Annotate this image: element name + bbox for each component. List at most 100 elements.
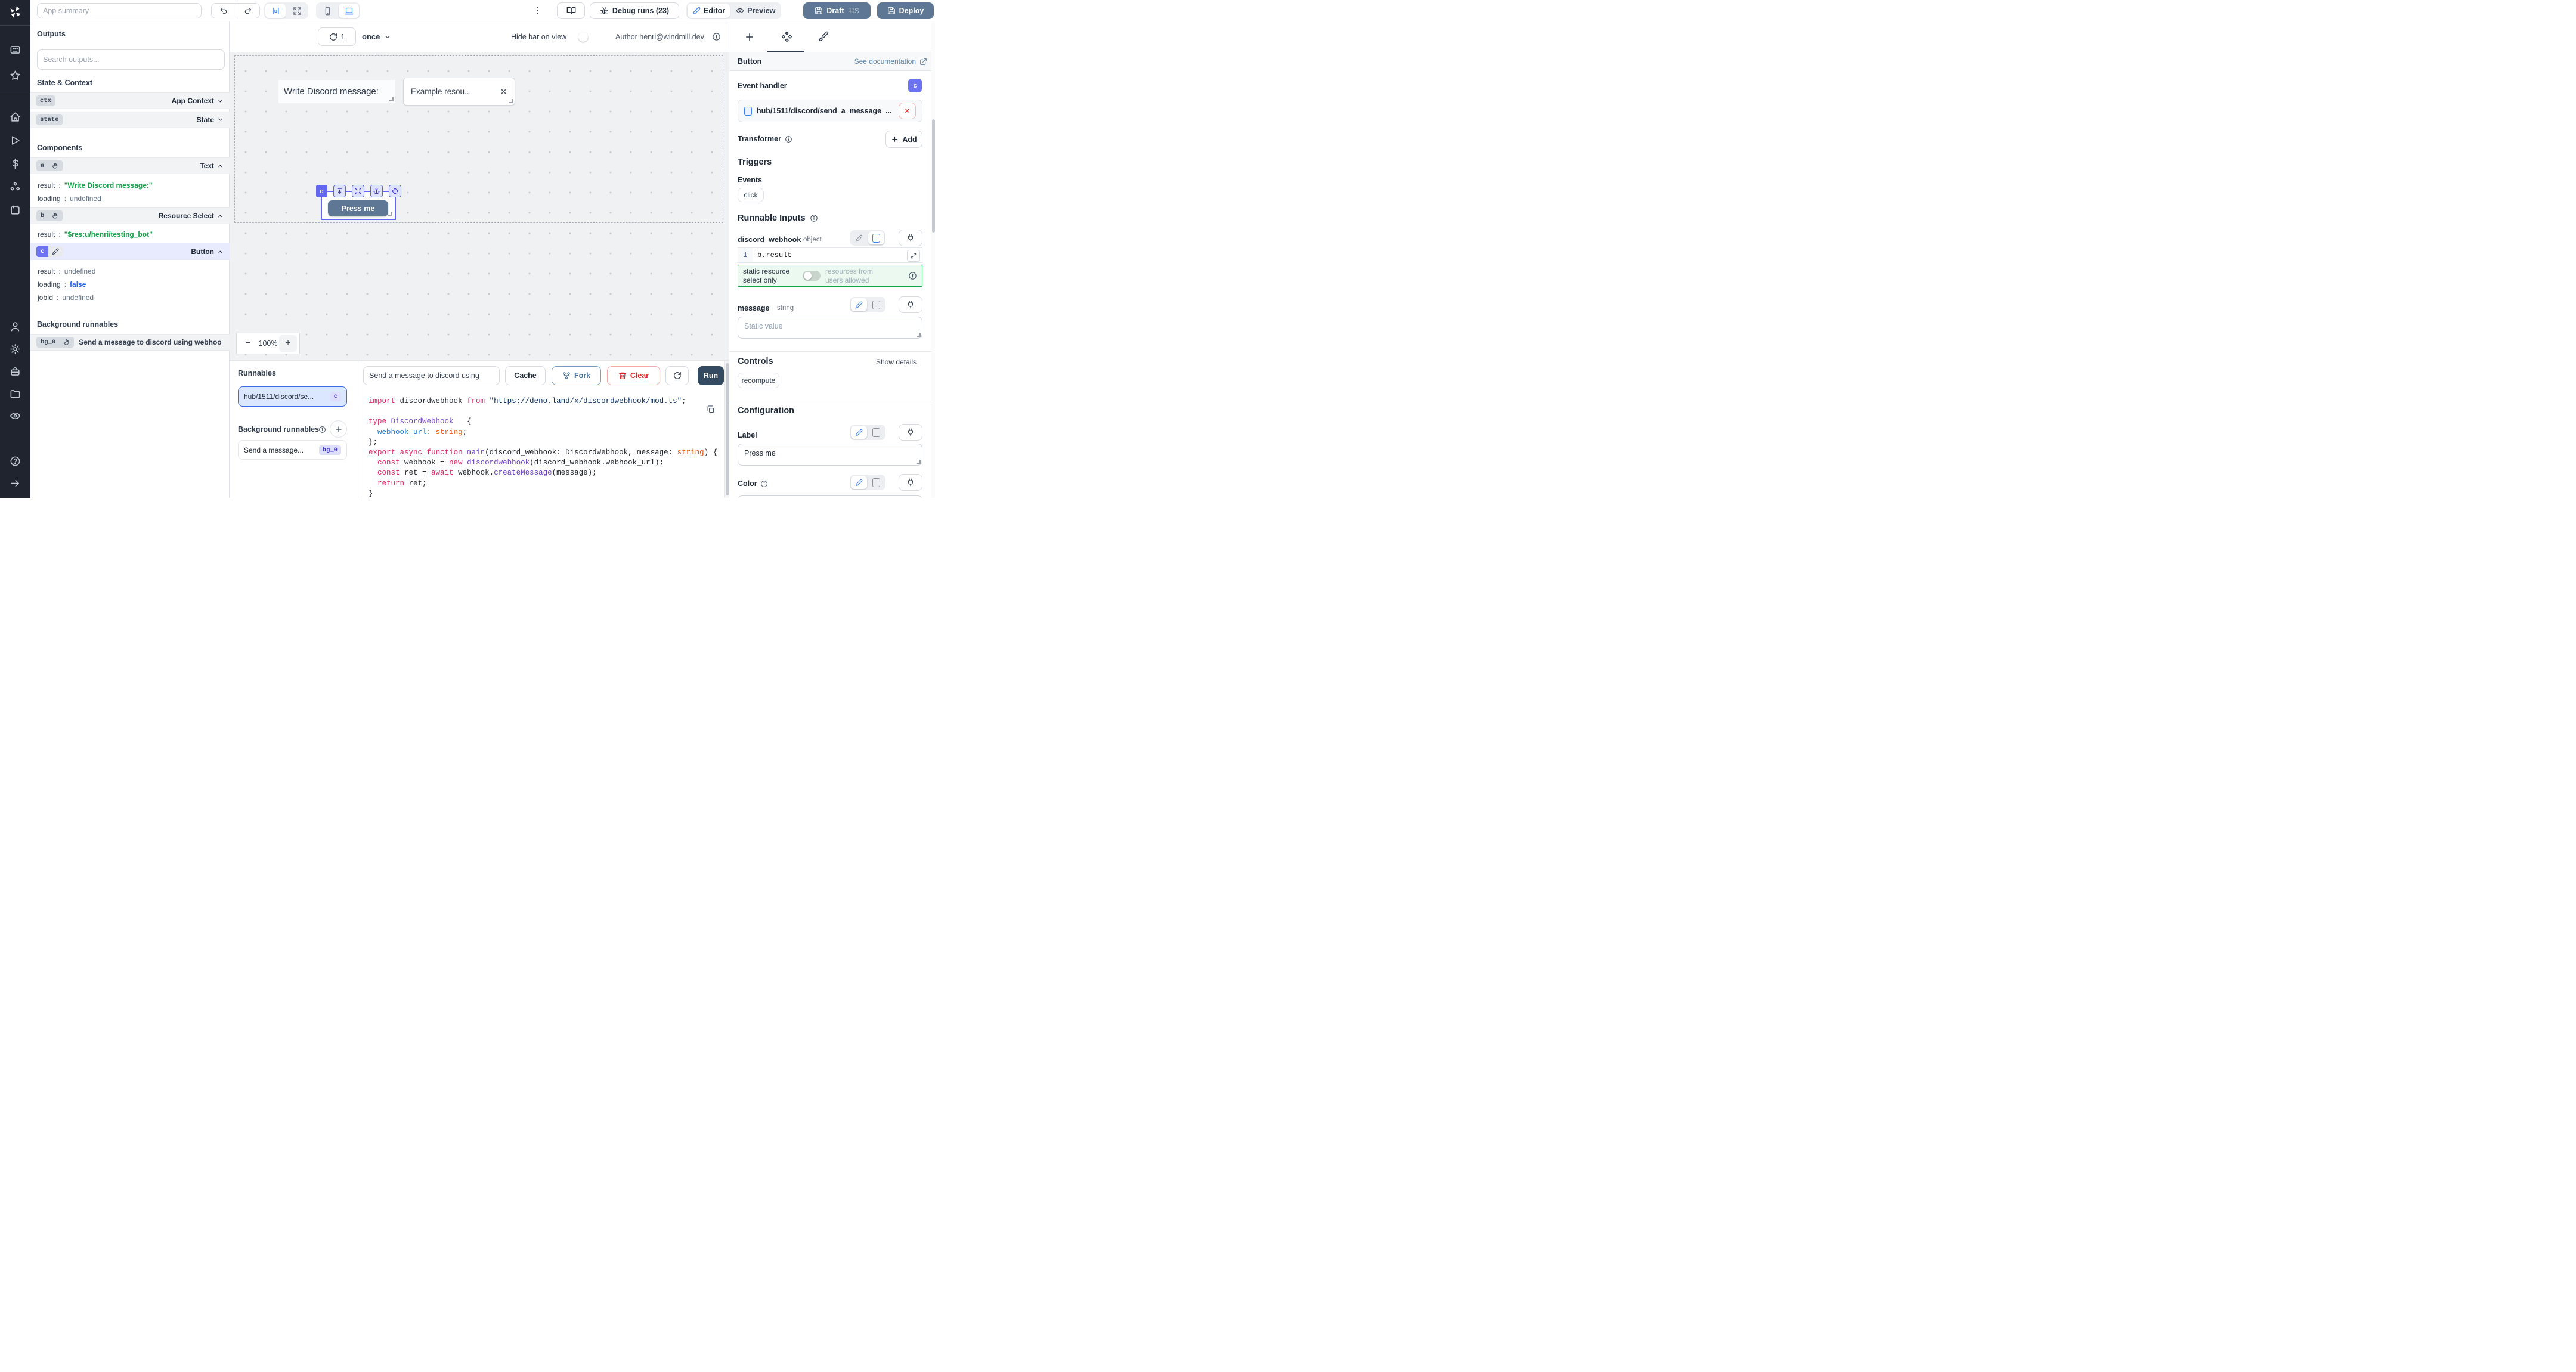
kebab-menu-icon[interactable]: ⋮ — [533, 5, 542, 16]
info-icon[interactable] — [760, 480, 768, 488]
app-canvas[interactable]: Write Discord message: Example resou... … — [230, 52, 729, 360]
expand-sidebar-arrow-icon[interactable] — [0, 478, 30, 489]
move-down-icon[interactable] — [333, 185, 346, 197]
component-row-c-selected[interactable]: c Button — [30, 243, 230, 260]
chevron-up-icon[interactable] — [217, 249, 224, 255]
mobile-view-button[interactable] — [317, 4, 338, 18]
static-mode-pencil-icon[interactable] — [851, 476, 867, 489]
connect-plug-icon[interactable] — [899, 424, 922, 441]
tab-component-settings-icon[interactable] — [781, 31, 792, 42]
fullscreen-button[interactable] — [287, 4, 307, 18]
state-row[interactable]: state State — [30, 112, 230, 128]
static-mode-pencil-icon[interactable] — [851, 426, 867, 439]
static-mode-pencil-icon[interactable] — [851, 298, 867, 311]
color-value-input[interactable] — [738, 495, 922, 498]
clear-select-x-icon[interactable]: ✕ — [500, 86, 507, 97]
variables-icon[interactable] — [0, 158, 30, 169]
runnable-picker[interactable]: hub/1511/discord/send_a_message_... ✕ — [738, 100, 922, 122]
static-mode-pencil-icon[interactable] — [851, 231, 867, 244]
refresh-count-button[interactable]: 1 — [318, 27, 356, 46]
help-icon[interactable] — [0, 456, 30, 467]
undo-button[interactable] — [212, 4, 236, 18]
event-click-chip[interactable]: click — [738, 188, 764, 202]
chevron-down-icon[interactable] — [217, 116, 224, 123]
eval-mode-function-icon[interactable] — [868, 426, 884, 439]
audit-eye-icon[interactable] — [0, 410, 30, 422]
expand-icon[interactable] — [352, 185, 364, 197]
canvas-text-component[interactable]: Write Discord message: — [278, 80, 395, 103]
info-icon[interactable] — [785, 135, 792, 143]
anchor-icon[interactable] — [370, 185, 383, 197]
info-icon[interactable] — [318, 426, 326, 433]
add-transformer-button[interactable]: Add — [886, 131, 922, 148]
refresh-mode-dropdown[interactable]: once — [362, 32, 391, 41]
runnable-name-input[interactable] — [363, 366, 500, 385]
search-outputs-input[interactable] — [37, 49, 225, 70]
component-row-a[interactable]: a Text — [30, 157, 230, 174]
recompute-chip[interactable]: recompute — [738, 373, 779, 388]
component-row-b[interactable]: b Resource Select — [30, 207, 230, 224]
resize-handle[interactable] — [389, 97, 394, 101]
debug-runs-button[interactable]: Debug runs (23) — [590, 2, 679, 19]
code-scrollbar[interactable] — [724, 361, 729, 498]
connect-plug-icon[interactable] — [899, 296, 922, 313]
resize-handle[interactable] — [917, 460, 921, 464]
info-icon[interactable] — [712, 32, 721, 41]
cache-button[interactable]: Cache — [505, 366, 546, 385]
zoom-out-button[interactable]: − — [239, 335, 257, 352]
resource-mode-toggle[interactable] — [803, 271, 821, 281]
settings-gear-icon[interactable] — [0, 343, 30, 355]
see-documentation-link[interactable]: See documentation — [854, 57, 927, 66]
schedules-icon[interactable] — [0, 205, 30, 216]
info-icon[interactable] — [908, 271, 917, 280]
resources-icon[interactable] — [0, 181, 30, 193]
draft-button[interactable]: Draft ⌘S — [803, 2, 871, 19]
expr-editor[interactable]: 1 b.result — [738, 247, 922, 263]
show-details-link[interactable]: Show details — [876, 358, 917, 366]
canvas-resource-select-component[interactable]: Example resou... ✕ — [403, 78, 515, 106]
refresh-code-button[interactable] — [665, 366, 689, 385]
workers-icon[interactable] — [0, 366, 30, 377]
move-icon[interactable] — [389, 185, 401, 197]
remove-runnable-x-button[interactable]: ✕ — [899, 103, 916, 119]
resize-handle[interactable] — [388, 212, 392, 216]
label-value-input[interactable]: Press me — [738, 444, 922, 466]
connect-plug-icon[interactable] — [899, 474, 922, 491]
documentation-book-button[interactable] — [557, 2, 585, 19]
resize-handle[interactable] — [509, 99, 513, 103]
zoom-in-button[interactable]: + — [279, 335, 297, 352]
runs-icon[interactable] — [0, 135, 30, 146]
press-me-button[interactable]: Press me — [328, 200, 388, 216]
tab-insert-plus-icon[interactable] — [744, 32, 755, 42]
pencil-icon[interactable] — [48, 246, 63, 257]
copy-code-icon[interactable] — [706, 405, 715, 414]
eval-mode-function-icon[interactable] — [868, 231, 884, 244]
resize-handle[interactable] — [917, 333, 921, 337]
background-runnable-item[interactable]: Send a message... bg_0 — [238, 440, 347, 460]
expand-editor-icon[interactable] — [907, 250, 920, 262]
chevron-up-icon[interactable] — [217, 163, 224, 169]
message-static-value-input[interactable] — [738, 317, 922, 339]
apps-icon[interactable] — [0, 44, 30, 55]
code-editor[interactable]: import discordwebhook from "https://deno… — [358, 390, 724, 498]
add-background-runnable-button[interactable] — [330, 420, 347, 438]
chevron-down-icon[interactable] — [217, 98, 224, 104]
fork-button[interactable]: Fork — [552, 366, 601, 385]
app-summary-input[interactable] — [37, 3, 202, 18]
eval-mode-function-icon[interactable] — [868, 298, 884, 311]
connect-plug-icon[interactable] — [899, 230, 922, 246]
windmill-logo-icon[interactable] — [0, 5, 30, 19]
deploy-button[interactable]: Deploy — [877, 2, 934, 19]
background-runnable-row[interactable]: bg_0 Send a message to discord using web… — [30, 334, 230, 351]
tab-styling-brush-icon[interactable] — [818, 31, 829, 42]
home-icon[interactable] — [0, 112, 30, 123]
user-icon[interactable] — [0, 321, 30, 332]
ctx-row[interactable]: ctx App Context — [30, 92, 230, 109]
info-icon[interactable] — [810, 214, 818, 222]
center-width-button[interactable] — [265, 4, 286, 18]
desktop-view-button[interactable] — [339, 4, 359, 18]
chevron-up-icon[interactable] — [217, 213, 224, 219]
favorites-star-icon[interactable] — [0, 70, 30, 81]
tab-editor[interactable]: Editor — [688, 4, 730, 18]
runnable-item-selected[interactable]: hub/1511/discord/se... c — [238, 386, 347, 407]
